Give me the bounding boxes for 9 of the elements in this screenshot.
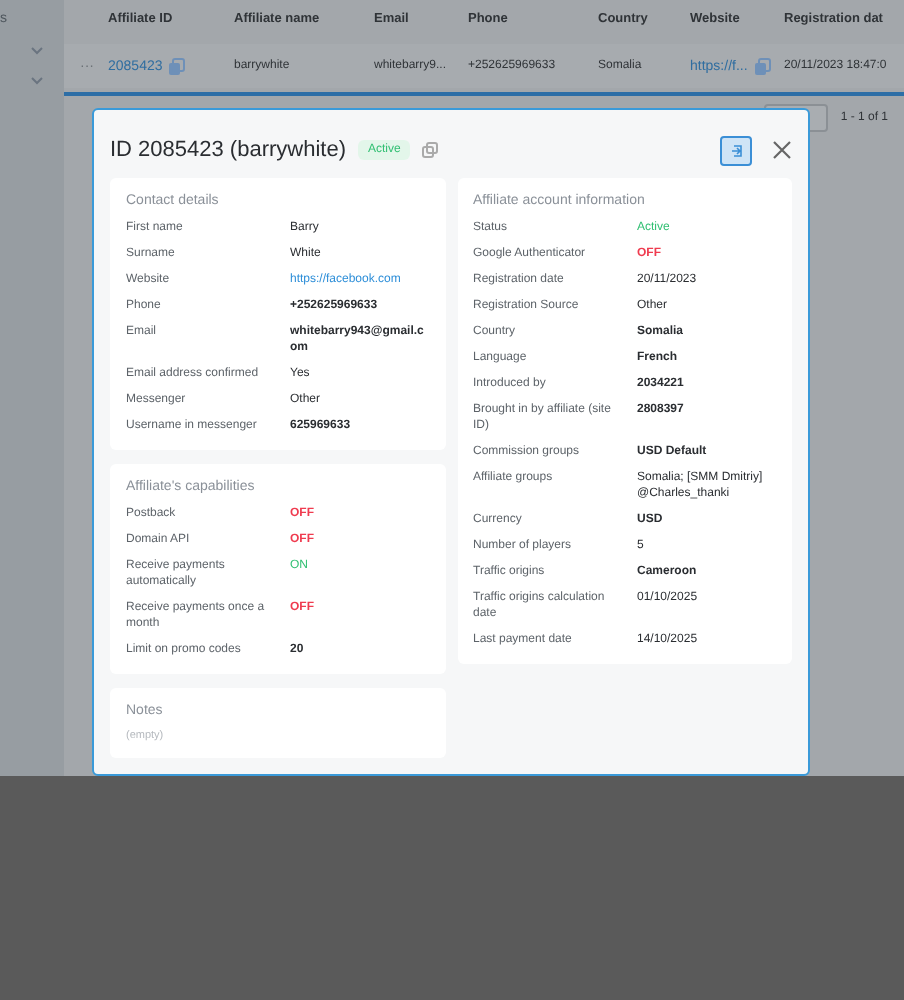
login-button[interactable]: [720, 135, 752, 165]
copy-icon[interactable]: [422, 142, 439, 158]
login-icon: [729, 143, 743, 157]
modal-title: ID 2085423 (barrywhite): [110, 138, 347, 162]
copy-icon[interactable]: [168, 57, 187, 75]
close-icon[interactable]: [772, 140, 792, 160]
chevron-down-icon[interactable]: [30, 46, 44, 56]
chevron-down-icon[interactable]: [30, 76, 44, 86]
copy-icon[interactable]: [753, 57, 772, 75]
